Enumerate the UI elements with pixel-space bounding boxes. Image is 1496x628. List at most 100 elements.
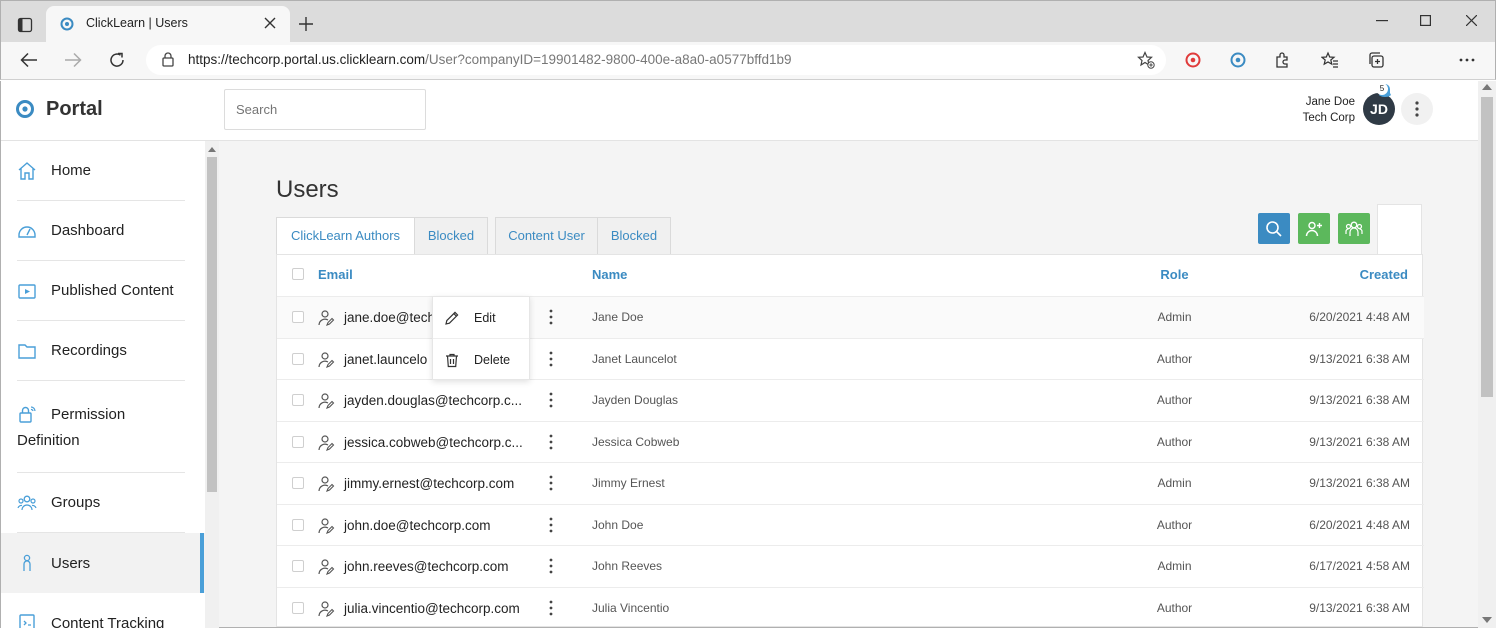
add-user-button[interactable] (1298, 213, 1330, 244)
tab-actions-icon[interactable] (15, 15, 35, 35)
tab-close-icon[interactable] (264, 17, 276, 29)
toolbar-panel (1377, 204, 1422, 255)
user-company: Tech Corp (1302, 112, 1355, 124)
sidebar-scrollbar-thumb[interactable] (207, 157, 217, 492)
search-input[interactable] (224, 89, 426, 130)
sidebar-item-recordings[interactable]: Recordings (17, 321, 185, 381)
url-path: /User?companyID=19901482-9800-400e-a8a0-… (425, 52, 792, 67)
collections-icon[interactable] (1367, 51, 1385, 69)
row-email[interactable]: john.doe@techcorp.com (344, 505, 491, 546)
user-icon (23, 554, 31, 571)
address-bar[interactable]: https://techcorp.portal.us.clicklearn.co… (146, 45, 1166, 75)
page-scrollbar-thumb[interactable] (1481, 97, 1493, 397)
table-row[interactable]: john.reeves@techcorp.com John Reeves Admin… (277, 545, 1424, 587)
notification-bell-icon[interactable]: 5 (1375, 83, 1395, 99)
extensions-puzzle-icon[interactable] (1274, 51, 1292, 69)
table-row[interactable]: jimmy.ernest@techcorp.com Jimmy Ernest Adm… (277, 462, 1424, 504)
row-checkbox[interactable] (292, 560, 304, 572)
row-role: Admin (1157, 476, 1192, 490)
page-scrollbar[interactable] (1478, 81, 1496, 628)
table-row[interactable]: jayden.douglas@techcorp.c... Jayden Dougl… (277, 379, 1424, 421)
sidebar-item-content-tracking[interactable]: Content Tracking (17, 593, 185, 628)
row-email[interactable]: jimmy.ernest@techcorp.com (344, 463, 514, 504)
favorites-icon[interactable] (1321, 51, 1339, 69)
sidebar-item-label: Users (51, 554, 91, 572)
column-header-role[interactable]: Role (1127, 255, 1222, 295)
minimize-icon[interactable] (1376, 20, 1388, 22)
add-favorite-icon[interactable] (1137, 51, 1155, 69)
tab-clicklearn-authors[interactable]: ClickLearn Authors (276, 217, 415, 255)
row-menu-icon[interactable] (549, 558, 553, 574)
new-tab-icon[interactable] (298, 16, 314, 32)
tab-content-user-blocked[interactable]: Blocked (597, 217, 671, 255)
refresh-icon[interactable] (108, 51, 126, 69)
brand-title: Portal (46, 98, 103, 120)
row-menu-icon[interactable] (549, 434, 553, 450)
row-checkbox[interactable] (292, 352, 304, 365)
back-icon[interactable] (20, 52, 38, 68)
trash-icon (446, 353, 458, 368)
row-created: 9/13/2021 6:38 AM (1309, 600, 1410, 615)
table-row[interactable]: jessica.cobweb@techcorp.c... Jessica Cobw… (277, 420, 1424, 463)
row-email[interactable]: jane.doe@tech (344, 297, 435, 338)
context-menu-delete[interactable]: Delete (433, 340, 529, 380)
row-email[interactable]: julia.vincentio@techcorp.com (344, 588, 520, 628)
row-email[interactable]: jayden.douglas@techcorp.c... (344, 380, 522, 421)
row-name: Janet Launcelot (592, 351, 677, 366)
more-options-icon[interactable] (1401, 93, 1433, 125)
page-title: Users (276, 176, 339, 203)
sidebar-item-dashboard[interactable]: Dashboard (17, 201, 185, 261)
sidebar-item-published-content[interactable]: Published Content (17, 261, 185, 321)
tab-authors-blocked[interactable]: Blocked (414, 217, 488, 255)
sidebar-item-users[interactable]: Users (17, 533, 185, 593)
user-groups-button[interactable] (1338, 213, 1370, 244)
app-header: Portal Jane Doe Tech Corp JD 5 (1, 81, 1478, 141)
column-header-email[interactable]: Email (318, 255, 353, 295)
row-checkbox[interactable] (292, 518, 304, 531)
extension-target-icon[interactable] (1185, 52, 1201, 68)
user-info[interactable]: Jane Doe Tech Corp (1255, 94, 1355, 126)
sidebar-item-label: Dashboard (51, 222, 125, 239)
table-row[interactable]: john.doe@techcorp.com John Doe Author 6/20/… (277, 503, 1424, 546)
row-menu-icon[interactable] (549, 517, 553, 533)
add-user-icon (1305, 221, 1322, 236)
row-menu-icon[interactable] (549, 309, 553, 325)
browser-menu-icon[interactable] (1459, 58, 1475, 62)
row-checkbox[interactable] (292, 394, 304, 406)
table-row[interactable]: julia.vincentio@techcorp.com Julia Vincen… (277, 586, 1424, 628)
tab-content-user[interactable]: Content User (495, 217, 598, 255)
sidebar-item-label: Content Tracking (51, 614, 165, 628)
row-checkbox[interactable] (292, 601, 304, 614)
select-all-checkbox[interactable] (292, 268, 304, 280)
row-role: Admin (1157, 559, 1192, 573)
context-menu-delete-label: Delete (474, 353, 511, 367)
sidebar-scrollbar[interactable] (205, 141, 219, 628)
maximize-icon[interactable] (1420, 15, 1431, 26)
lock-icon[interactable] (162, 52, 174, 67)
row-checkbox[interactable] (292, 435, 304, 448)
sidebar-item-label: Published Content (51, 282, 174, 299)
sidebar-item-groups[interactable]: Groups (17, 473, 185, 533)
row-menu-icon[interactable] (549, 475, 553, 491)
row-menu-icon[interactable] (549, 392, 553, 408)
row-email[interactable]: janet.launcelo (344, 339, 427, 380)
sidebar-item-permission-definition[interactable]: Permission Definition (17, 381, 185, 473)
sidebar-item-home[interactable]: Home (17, 141, 185, 201)
browser-tab[interactable]: ClickLearn | Users (46, 6, 290, 42)
user-author-icon (318, 517, 335, 534)
row-menu-icon[interactable] (549, 351, 553, 367)
row-email[interactable]: john.reeves@techcorp.com (344, 546, 509, 587)
search-users-button[interactable] (1258, 213, 1290, 244)
extension-clicklearn-icon[interactable] (1230, 52, 1246, 68)
context-menu-edit-label: Edit (474, 310, 496, 325)
column-header-name[interactable]: Name (592, 255, 627, 295)
sidebar-item-label: Recordings (51, 342, 127, 359)
row-checkbox[interactable] (292, 477, 304, 489)
clicklearn-favicon-icon (60, 17, 74, 31)
column-header-created[interactable]: Created (1360, 255, 1408, 295)
window-close-icon[interactable] (1466, 15, 1477, 26)
row-checkbox[interactable] (292, 311, 304, 323)
context-menu-edit[interactable]: Edit (433, 297, 529, 339)
row-email[interactable]: jessica.cobweb@techcorp.c... (344, 422, 523, 463)
row-menu-icon[interactable] (549, 600, 553, 616)
